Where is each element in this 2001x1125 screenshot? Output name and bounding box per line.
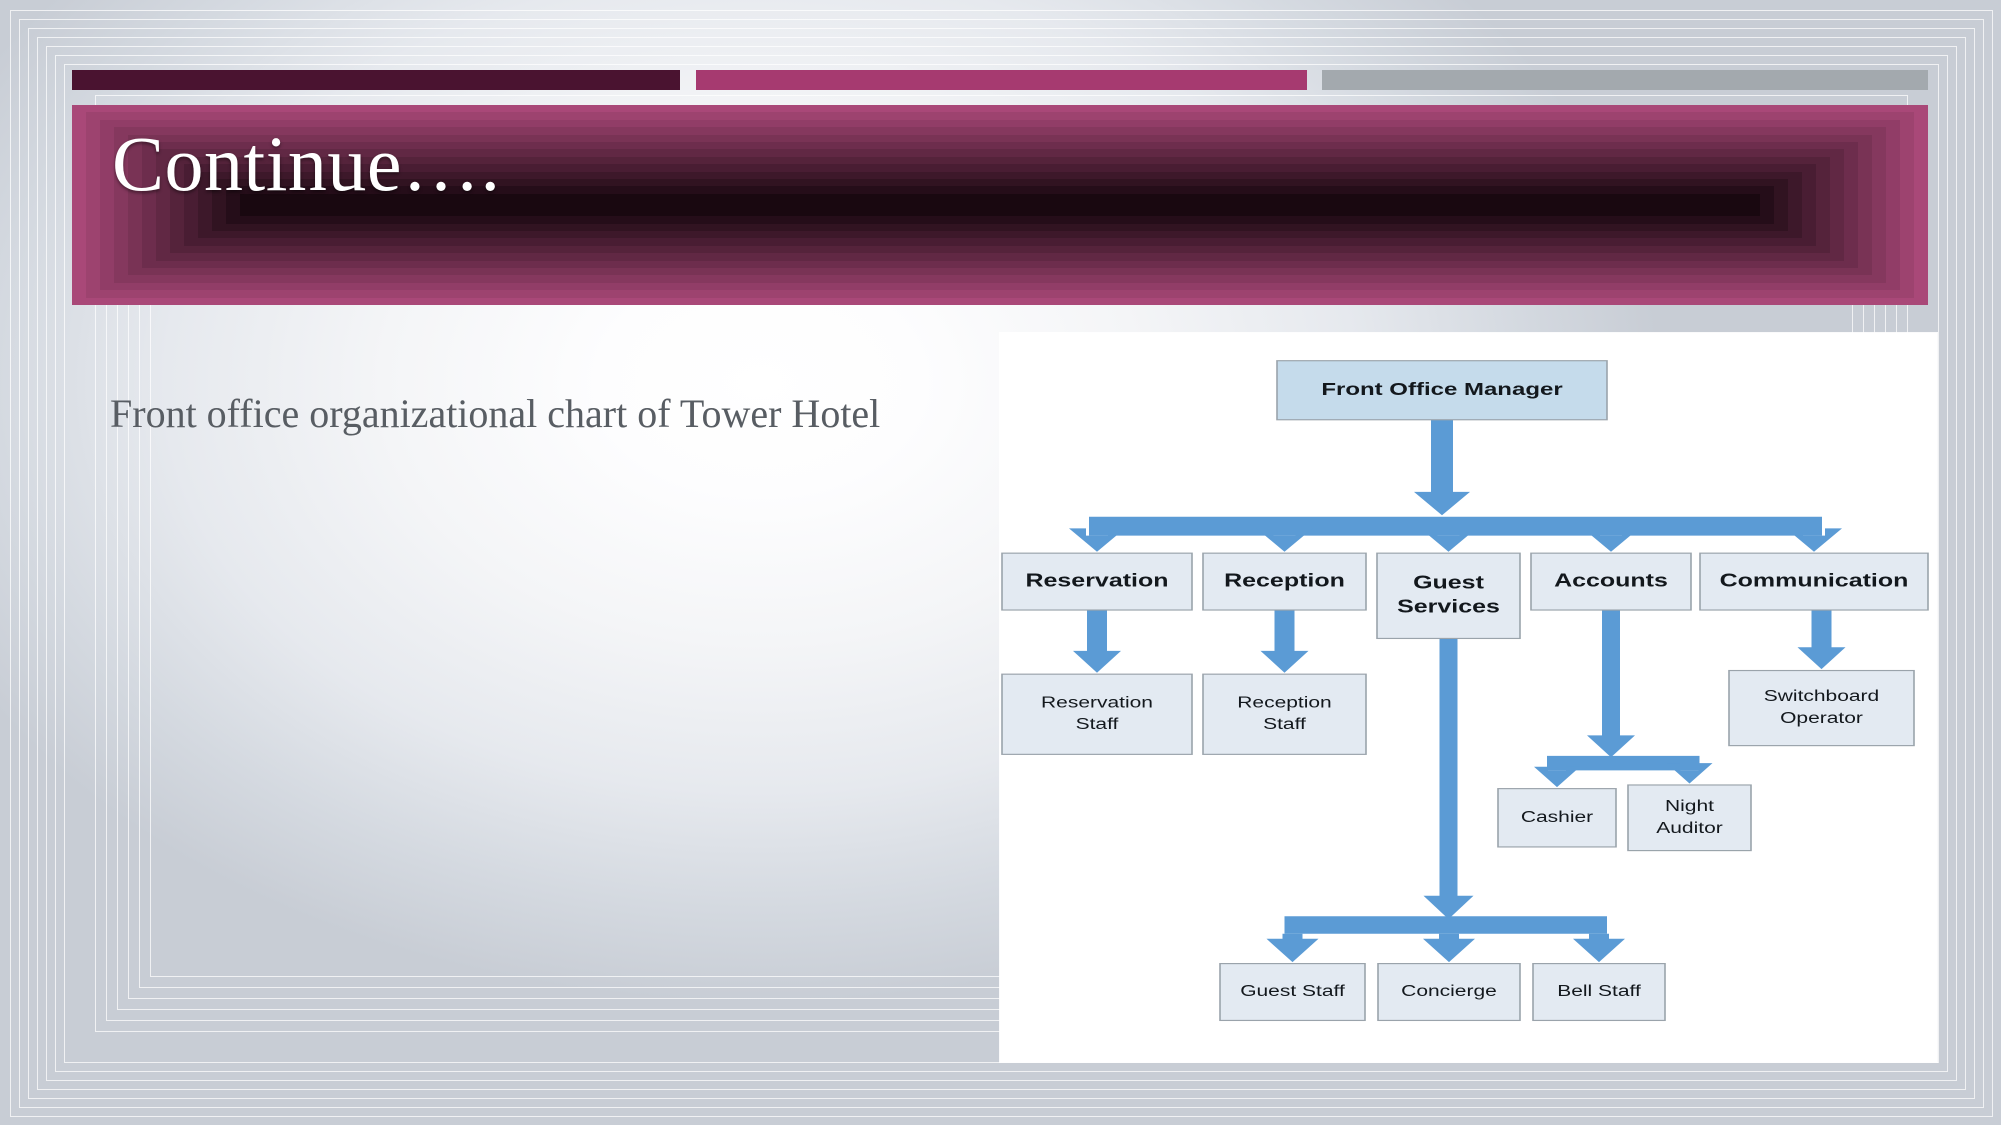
org-node-label: Operator — [1780, 709, 1863, 726]
org-node-bell-staff[interactable]: Bell Staff — [1532, 963, 1666, 1022]
presentation-slide: Continue…. Front office organizational c… — [0, 0, 2001, 1125]
org-node-label: Communication — [1720, 570, 1909, 591]
edge-reservation-to-reservation-staff — [1073, 610, 1121, 673]
org-node-label: Front Office Manager — [1321, 380, 1562, 399]
top-accent-bars — [0, 70, 2001, 90]
org-node-switchboard-operator[interactable]: Switchboard Operator — [1728, 669, 1915, 747]
org-node-label: Guest — [1413, 572, 1485, 593]
edge-bus-to-guest-staff — [1266, 933, 1319, 963]
org-node-label: Switchboard — [1764, 687, 1879, 704]
edge-bus-guest-services — [1284, 916, 1607, 934]
org-node-label: Auditor — [1656, 819, 1722, 836]
page-title: Continue…. — [112, 120, 501, 207]
org-node-reception[interactable]: Reception — [1202, 552, 1367, 611]
bar-magenta — [696, 70, 1307, 90]
edge-accounts-to-bus2 — [1587, 610, 1635, 758]
edge-communication-to-switchboard-operator — [1797, 610, 1846, 670]
org-chart-image-panel: Front Office Manager Reservation Reception… — [1000, 333, 1937, 1062]
org-node-label: Bell Staff — [1557, 982, 1642, 999]
edge-fom-to-bus — [1414, 419, 1470, 516]
org-node-fom[interactable]: Front Office Manager — [1276, 360, 1608, 421]
org-node-reception-staff[interactable]: Reception Staff — [1202, 673, 1367, 755]
org-node-label: Concierge — [1401, 982, 1497, 999]
bar-grey — [1322, 70, 1928, 90]
org-node-label: Guest Staff — [1240, 982, 1346, 999]
org-node-guest-services[interactable]: Guest Services — [1376, 552, 1521, 640]
org-node-label: Reservation — [1041, 693, 1153, 710]
title-banner: Continue…. — [72, 105, 1928, 305]
org-node-concierge[interactable]: Concierge — [1377, 963, 1521, 1022]
edge-reception-to-reception-staff — [1260, 610, 1309, 673]
org-node-label: Cashier — [1521, 808, 1593, 825]
org-node-label: Reception — [1237, 693, 1331, 710]
org-chart: Front Office Manager Reservation Reception… — [1001, 360, 1929, 1022]
org-node-label: Reception — [1224, 570, 1345, 591]
org-node-guest-staff[interactable]: Guest Staff — [1219, 963, 1366, 1022]
org-node-cashier[interactable]: Cashier — [1497, 788, 1617, 848]
body-caption: Front office organizational chart of Tow… — [110, 391, 881, 436]
org-node-label: Night — [1665, 797, 1714, 814]
edge-bus-level1 — [1089, 516, 1822, 536]
org-node-night-auditor[interactable]: Night Auditor — [1627, 784, 1752, 852]
org-node-label: Staff — [1263, 715, 1307, 732]
org-node-label: Services — [1397, 596, 1500, 617]
org-node-accounts[interactable]: Accounts — [1530, 552, 1692, 611]
org-node-label: Reservation — [1025, 570, 1168, 591]
org-node-label: Accounts — [1554, 570, 1668, 591]
edge-guest-services-to-bus3 — [1423, 638, 1474, 920]
org-node-communication[interactable]: Communication — [1699, 552, 1929, 611]
org-node-label: Staff — [1076, 715, 1120, 732]
org-node-reservation[interactable]: Reservation — [1001, 552, 1193, 611]
edge-bus-to-concierge — [1423, 933, 1475, 963]
bar-dark-plum — [72, 70, 680, 90]
edge-bus-to-bell-staff — [1573, 933, 1625, 963]
org-node-reservation-staff[interactable]: Reservation Staff — [1001, 673, 1193, 755]
